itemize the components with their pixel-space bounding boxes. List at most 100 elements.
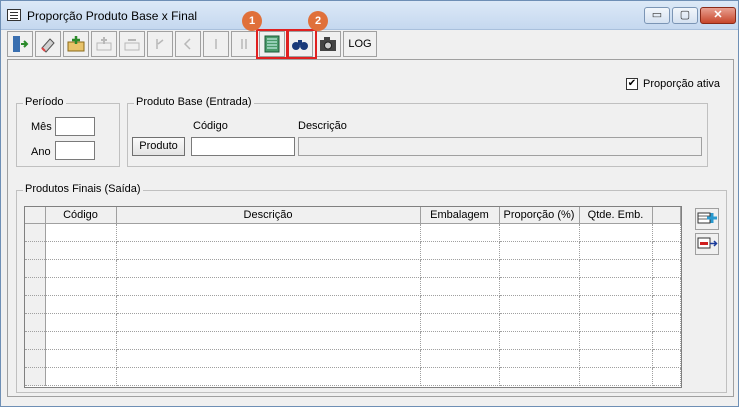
table-cell[interactable] [116,313,421,332]
table-cell[interactable] [579,331,653,350]
produto-button[interactable]: Produto [132,137,185,156]
proporcao-ativa-checkbox[interactable]: ✔ [626,78,638,90]
table-cell[interactable] [420,313,500,332]
table-cell[interactable] [579,367,653,386]
minimize-button[interactable]: ▭ [644,7,670,24]
table-cell[interactable] [499,277,580,296]
next-icon [156,39,164,49]
codigo-input[interactable] [191,137,295,156]
log-button[interactable]: LOG [343,31,377,57]
table-cell[interactable] [45,349,117,368]
add-row-button[interactable] [695,208,719,230]
table-cell[interactable] [579,349,653,368]
table-cell[interactable] [499,241,580,260]
nav-first-button[interactable] [147,31,173,57]
table-cell[interactable] [116,259,421,278]
mes-input[interactable] [55,117,95,136]
table-cell[interactable] [652,223,681,242]
col-header-proporcao[interactable]: Proporção (%) [499,207,580,224]
table-cell[interactable] [499,331,580,350]
table-cell[interactable] [420,367,500,386]
camera-button[interactable] [315,31,341,57]
row-indicator-cell [25,241,46,260]
table-cell[interactable] [579,277,653,296]
table-row[interactable] [25,313,681,332]
table-cell[interactable] [420,259,500,278]
table-row[interactable] [25,277,681,296]
table-cell[interactable] [652,313,681,332]
table-row[interactable] [25,331,681,350]
table-cell[interactable] [652,277,681,296]
table-cell[interactable] [499,259,580,278]
produtos-finais-grid[interactable]: Código Descrição Embalagem Proporção (%)… [24,206,682,388]
ano-input[interactable] [55,141,95,160]
table-cell[interactable] [499,367,580,386]
table-cell[interactable] [45,277,117,296]
table-cell[interactable] [116,295,421,314]
col-header-codigo[interactable]: Código [45,207,117,224]
close-button[interactable]: ✕ [700,7,736,24]
table-cell[interactable] [420,277,500,296]
produtos-finais-legend: Produtos Finais (Saída) [23,183,143,195]
table-cell[interactable] [116,367,421,386]
table-cell[interactable] [116,331,421,350]
proporcao-ativa-label: Proporção ativa [643,78,721,90]
table-cell[interactable] [579,259,653,278]
produto-base-legend: Produto Base (Entrada) [134,96,254,108]
table-cell[interactable] [420,295,500,314]
exit-button[interactable] [7,31,33,57]
table-cell[interactable] [652,259,681,278]
table-cell[interactable] [499,295,580,314]
maximize-button[interactable]: ▢ [672,7,698,24]
table-cell[interactable] [579,313,653,332]
table-cell[interactable] [499,349,580,368]
table-cell[interactable] [499,223,580,242]
nav-last-button[interactable] [231,31,257,57]
disabled-add-button[interactable] [91,31,117,57]
table-cell[interactable] [45,313,117,332]
table-cell[interactable] [652,367,681,386]
table-row[interactable] [25,259,681,278]
table-cell[interactable] [652,331,681,350]
table-cell[interactable] [45,295,117,314]
table-cell[interactable] [420,331,500,350]
table-cell[interactable] [45,223,117,242]
table-cell[interactable] [499,313,580,332]
table-cell[interactable] [116,349,421,368]
table-row[interactable] [25,241,681,260]
table-cell[interactable] [579,223,653,242]
table-cell[interactable] [420,349,500,368]
col-header-descricao[interactable]: Descrição [116,207,421,224]
table-row[interactable] [25,295,681,314]
col-header-filler [652,207,681,224]
table-cell[interactable] [45,331,117,350]
row-indicator-cell [25,331,46,350]
table-cell[interactable] [116,223,421,242]
table-cell[interactable] [45,241,117,260]
nav-prev-button[interactable] [175,31,201,57]
col-header-qtde-emb[interactable]: Qtde. Emb. [579,207,653,224]
table-row[interactable] [25,367,681,386]
table-row[interactable] [25,349,681,368]
table-row[interactable] [25,223,681,242]
table-cell[interactable] [652,241,681,260]
table-cell[interactable] [116,277,421,296]
eraser-button[interactable] [35,31,61,57]
table-cell[interactable] [420,241,500,260]
table-cell[interactable] [420,223,500,242]
add-button[interactable] [63,31,89,57]
remove-row-button[interactable] [695,233,719,255]
row-indicator-cell [25,277,46,296]
disabled-remove-button[interactable] [119,31,145,57]
col-header-embalagem[interactable]: Embalagem [420,207,500,224]
table-cell[interactable] [579,241,653,260]
nav-next-button[interactable] [203,31,229,57]
table-cell[interactable] [45,367,117,386]
ano-label: Ano [31,146,51,158]
table-cell[interactable] [652,349,681,368]
table-cell[interactable] [116,241,421,260]
table-cell[interactable] [652,295,681,314]
table-header-row: Código Descrição Embalagem Proporção (%)… [25,207,681,224]
table-cell[interactable] [579,295,653,314]
table-cell[interactable] [45,259,117,278]
